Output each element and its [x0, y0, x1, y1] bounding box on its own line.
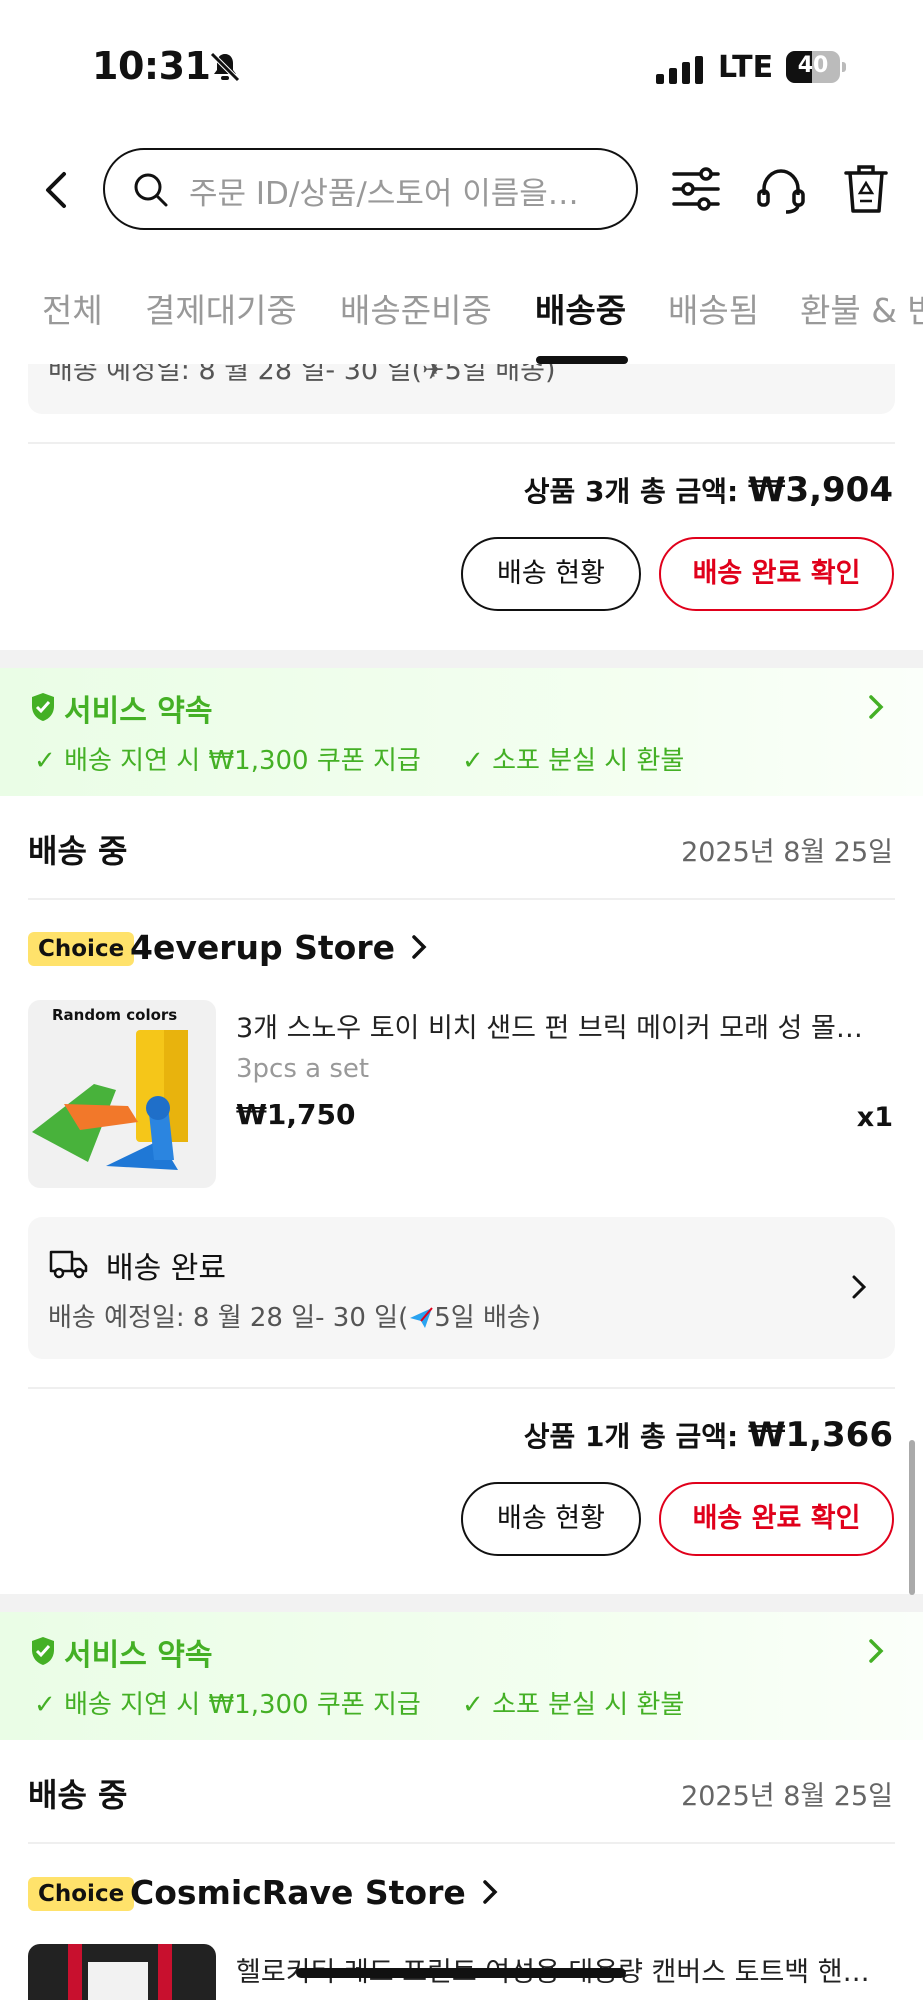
- divider: [28, 1842, 895, 1844]
- search-placeholder: 주문 ID/상품/스토어 이름을…: [189, 176, 579, 212]
- trash-icon[interactable]: [844, 163, 888, 215]
- tab-refund[interactable]: 환불 & 반: [800, 284, 923, 332]
- promise-item-delay-text: 배송 지연 시 ₩1,300 쿠폰 지급: [64, 1690, 421, 1720]
- network-label: LTE: [718, 50, 774, 85]
- home-indicator[interactable]: [296, 1968, 626, 1978]
- divider: [28, 1387, 895, 1389]
- bell-muted-icon: [210, 52, 240, 82]
- store-name: CosmicRave Store: [130, 1873, 466, 1912]
- promise-item-lost-text: 소포 분실 시 환불: [492, 1690, 685, 1720]
- scrollbar[interactable]: [909, 1440, 915, 1595]
- chevron-right-icon: [869, 695, 884, 719]
- tab-all[interactable]: 전체: [42, 284, 103, 332]
- order-total-amount: ₩1,366: [747, 1415, 893, 1455]
- product-thumbnail[interactable]: Random colors: [28, 1000, 216, 1188]
- delivery-estimate: 배송 예정일: 8 월 28 일- 30 일( 5일 배송): [48, 1297, 541, 1334]
- order-date: 2025년 8월 25일: [681, 837, 893, 868]
- tab-preparing[interactable]: 배송준비중: [340, 284, 492, 332]
- promise-item-lost-text: 소포 분실 시 환불: [492, 746, 685, 776]
- order-total: 상품 1개 총 금액: ₩1,366: [524, 1415, 893, 1455]
- promise-item-lost: ✓ 소포 분실 시 환불: [462, 1690, 685, 1720]
- product-quantity: x1: [856, 1102, 893, 1133]
- order-total-amount: ₩3,904: [747, 470, 893, 510]
- service-promise-banner[interactable]: 서비스 약속 ✓ 배송 지연 시 ₩1,300 쿠폰 지급 ✓ 소포 분실 시 …: [0, 1612, 923, 1740]
- chevron-right-icon: [852, 1275, 867, 1299]
- chevron-right-icon: [483, 1880, 498, 1904]
- product-variant: 3pcs a set: [236, 1054, 370, 1084]
- battery-icon: 40: [786, 51, 846, 83]
- order-total-label: 상품 1개 총 금액:: [523, 1420, 748, 1453]
- product-thumbnail[interactable]: [28, 1944, 216, 2000]
- shipping-info-card[interactable]: 배송 완료 배송 예정일: 8 월 28 일- 30 일( 5일 배송): [28, 1217, 895, 1359]
- order-date: 2025년 8월 25일: [681, 1781, 893, 1812]
- delivery-days: 5일 배송): [434, 1303, 541, 1333]
- order-status: 배송 중: [28, 832, 128, 870]
- product-title[interactable]: 3개 스노우 토이 비치 샌드 펀 브릭 메이커 모래 성 몰드…: [236, 1006, 876, 1045]
- filter-icon[interactable]: [672, 165, 720, 213]
- shipping-info-card[interactable]: 배송 예정일: 8 월 28 일- 30 일(✈5일 배송): [28, 364, 895, 414]
- status-time: 10:31: [92, 44, 211, 88]
- promise-item-delay: ✓ 배송 지연 시 ₩1,300 쿠폰 지급: [34, 746, 421, 776]
- promise-item-lost: ✓ 소포 분실 시 환불: [462, 746, 685, 776]
- shield-check-icon: [32, 1637, 54, 1665]
- search-input[interactable]: 주문 ID/상품/스토어 이름을…: [103, 148, 638, 230]
- section-gap: [0, 650, 923, 668]
- store-link[interactable]: 4everup Store: [130, 928, 428, 967]
- service-promise-title: 서비스 약속: [64, 1638, 213, 1673]
- tab-active-indicator: [536, 356, 628, 364]
- order-total-label: 상품 3개 총 금액:: [523, 475, 748, 508]
- track-shipment-button[interactable]: 배송 현황: [461, 1482, 641, 1556]
- choice-badge: Choice: [28, 932, 135, 966]
- service-promise-banner[interactable]: 서비스 약속 ✓ 배송 지연 시 ₩1,300 쿠폰 지급 ✓ 소포 분실 시 …: [0, 668, 923, 796]
- truck-icon: [49, 1250, 88, 1279]
- divider: [28, 898, 895, 900]
- delivery-estimate: 배송 예정일: 8 월 28 일- 30 일(✈5일 배송): [48, 364, 556, 386]
- tab-awaiting-payment[interactable]: 결제대기중: [145, 284, 297, 332]
- headset-icon[interactable]: [756, 165, 806, 215]
- battery-level: 40: [797, 53, 829, 78]
- section-gap: [0, 1594, 923, 1612]
- divider: [28, 442, 895, 444]
- confirm-delivery-button[interactable]: 배송 완료 확인: [659, 537, 894, 611]
- choice-badge: Choice: [28, 1877, 135, 1911]
- store-name: 4everup Store: [130, 928, 395, 967]
- promise-item-delay-text: 배송 지연 시 ₩1,300 쿠폰 지급: [64, 746, 421, 776]
- shield-check-icon: [32, 693, 54, 721]
- order-total: 상품 3개 총 금액: ₩3,904: [524, 470, 893, 510]
- promise-item-delay: ✓ 배송 지연 시 ₩1,300 쿠폰 지급: [34, 1690, 421, 1720]
- product-price: ₩1,750: [236, 1098, 356, 1131]
- tab-shipping[interactable]: 배송중: [535, 284, 626, 332]
- order-status: 배송 중: [28, 1776, 128, 1814]
- chevron-right-icon: [412, 935, 427, 959]
- chevron-right-icon: [869, 1639, 884, 1663]
- shipping-status-title: 배송 완료: [106, 1251, 226, 1286]
- back-arrow-icon[interactable]: [38, 168, 74, 212]
- signal-icon: [656, 56, 703, 84]
- search-icon: [134, 173, 168, 207]
- confirm-delivery-button[interactable]: 배송 완료 확인: [659, 1482, 894, 1556]
- delivery-estimate-text: 배송 예정일: 8 월 28 일- 30 일(: [48, 1303, 409, 1333]
- tab-shipped[interactable]: 배송됨: [668, 284, 759, 332]
- store-link[interactable]: CosmicRave Store: [130, 1873, 499, 1912]
- track-shipment-button[interactable]: 배송 현황: [461, 537, 641, 611]
- airplane-icon: [410, 1307, 433, 1328]
- sand-mold-toy-image: [32, 1030, 188, 1170]
- service-promise-title: 서비스 약속: [64, 694, 213, 729]
